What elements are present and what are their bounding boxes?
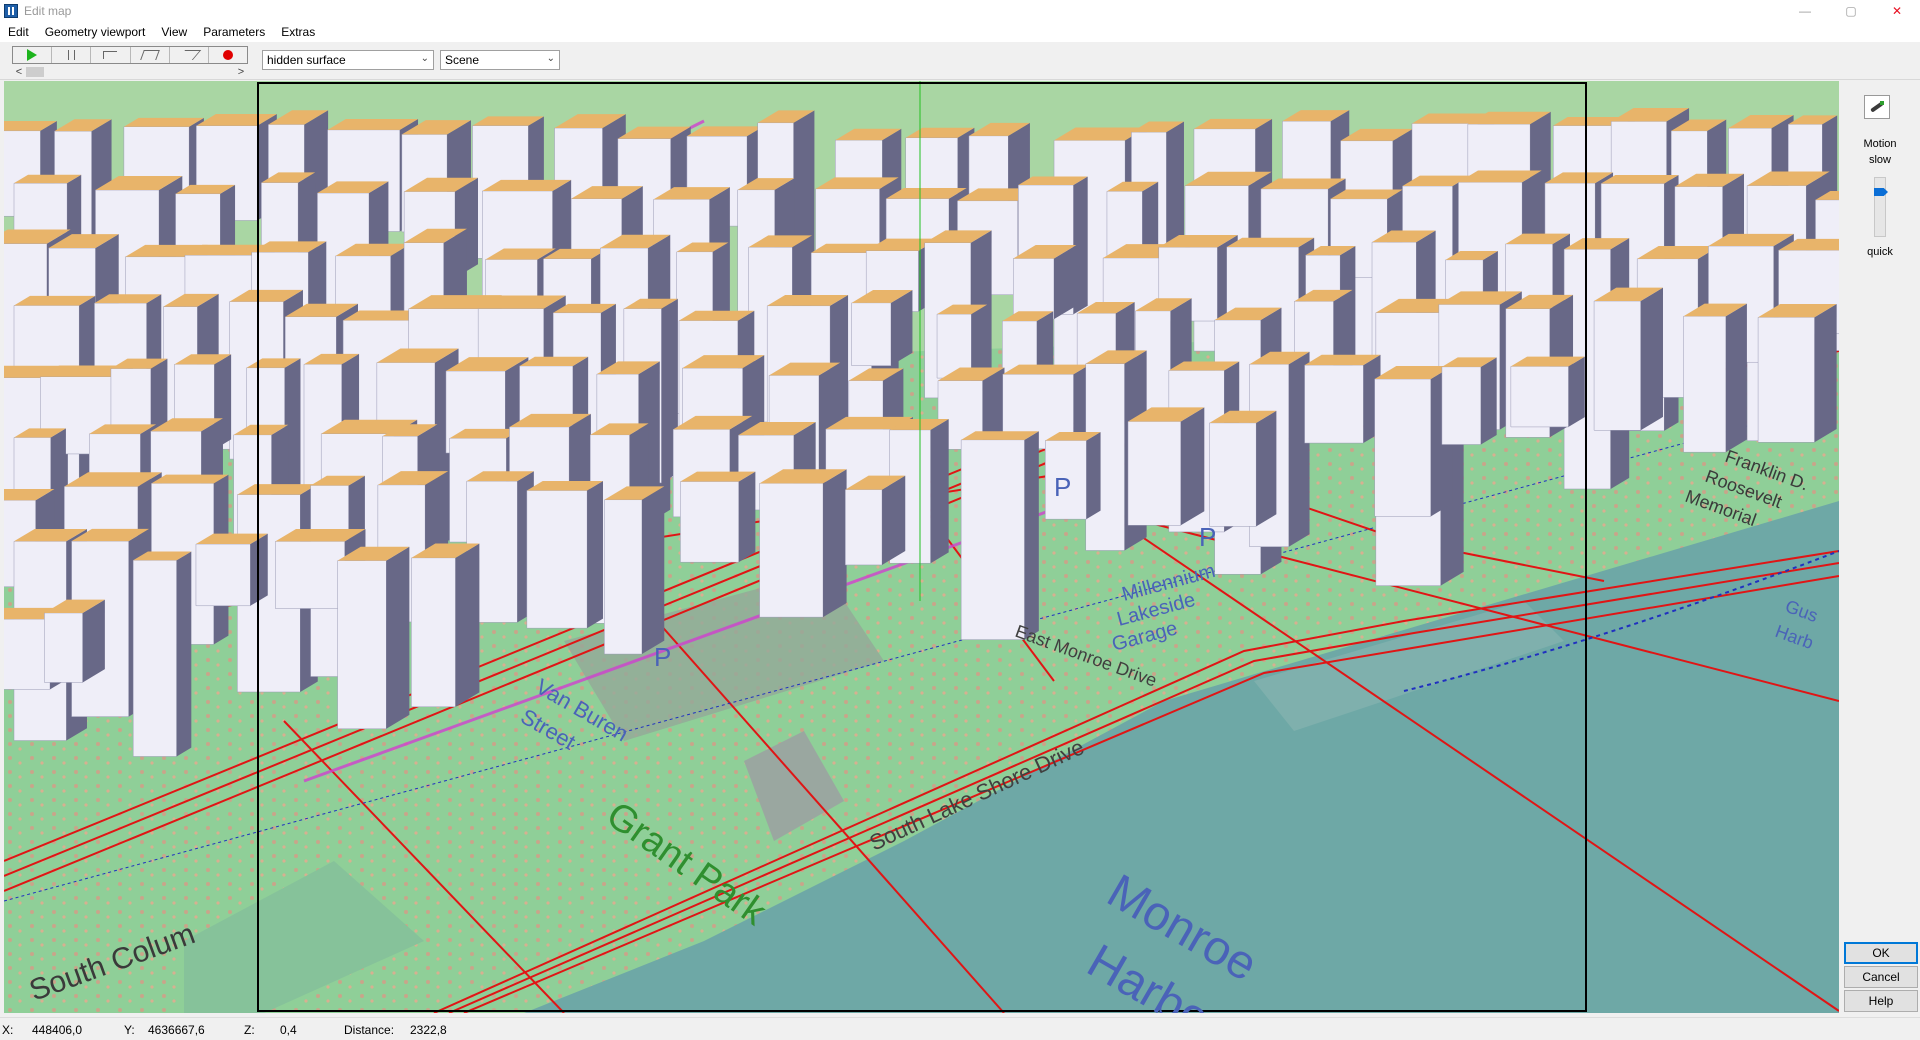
building: [195, 533, 268, 607]
paint-tool-button[interactable]: [1864, 95, 1890, 119]
render-mode-select[interactable]: hidden surface ⌄: [262, 50, 434, 70]
ramp-button[interactable]: [170, 47, 209, 63]
view-mode-select[interactable]: Scene ⌄: [440, 50, 560, 70]
scene-canvas: Grant Park Monroe Harbor Millennium Lake…: [4, 81, 1839, 1013]
view-mode-value: Scene: [445, 53, 480, 67]
playback-controls: [12, 46, 248, 64]
side-panel: Motion slow quick: [1840, 81, 1920, 1013]
rise-icon: [139, 50, 160, 60]
menu-edit[interactable]: Edit: [0, 25, 37, 39]
building: [132, 551, 192, 757]
toolbar: < > hidden surface ⌄ Scene ⌄: [0, 42, 1920, 80]
building: [1374, 366, 1453, 517]
building: [845, 475, 906, 566]
close-button[interactable]: ✕: [1874, 0, 1920, 22]
title-bar: Edit map — ▢ ✕: [0, 0, 1920, 22]
building: [1510, 356, 1585, 428]
scroll-right-arrow[interactable]: >: [234, 66, 248, 78]
x-value: 448406,0: [32, 1023, 83, 1037]
menu-extras[interactable]: Extras: [273, 25, 323, 39]
building: [411, 543, 480, 708]
ok-button[interactable]: OK: [1844, 942, 1918, 964]
chevron-down-icon: ⌄: [546, 53, 555, 64]
scroll-thumb[interactable]: [26, 67, 44, 77]
label-parking-1: P: [654, 642, 671, 672]
building: [759, 469, 847, 618]
building: [1593, 287, 1663, 431]
x-label: X:: [2, 1023, 14, 1037]
building: [1209, 410, 1277, 527]
building: [1304, 354, 1381, 444]
cancel-button[interactable]: Cancel: [1844, 966, 1918, 988]
play-icon: [27, 49, 38, 61]
timeline-scrollbar[interactable]: < >: [12, 66, 248, 78]
minimize-button[interactable]: —: [1782, 0, 1828, 22]
slow-label: slow: [1868, 154, 1891, 166]
window-controls: — ▢ ✕: [1782, 0, 1920, 22]
render-mode-value: hidden surface: [267, 53, 346, 67]
building: [604, 486, 665, 655]
motion-speed-slider[interactable]: [1874, 177, 1888, 237]
maximize-button[interactable]: ▢: [1828, 0, 1874, 22]
building: [44, 599, 105, 683]
menu-geometry-viewport[interactable]: Geometry viewport: [37, 25, 154, 39]
motion-label: Motion: [1863, 138, 1897, 150]
app-icon: [4, 4, 18, 18]
building: [936, 304, 988, 379]
pause-icon: [67, 50, 75, 60]
play-button[interactable]: [13, 47, 53, 63]
window-title: Edit map: [24, 4, 72, 18]
z-value: 0,4: [280, 1023, 297, 1037]
step-button[interactable]: [91, 47, 131, 63]
distance-label: Distance:: [344, 1023, 395, 1037]
record-icon: [222, 50, 233, 60]
y-label: Y:: [124, 1023, 135, 1037]
building: [1127, 407, 1205, 526]
z-label: Z:: [244, 1023, 255, 1037]
quick-label: quick: [1867, 246, 1893, 258]
building: [1683, 303, 1747, 453]
y-value: 4636667,6: [148, 1023, 205, 1037]
chevron-down-icon: ⌄: [420, 53, 429, 64]
rise-button[interactable]: [131, 47, 170, 63]
menu-bar: Edit Geometry viewport View Parameters E…: [0, 22, 1920, 42]
scroll-left-arrow[interactable]: <: [12, 66, 26, 78]
building: [960, 431, 1039, 640]
building: [337, 546, 410, 730]
building: [680, 471, 756, 563]
pause-button[interactable]: [52, 47, 92, 63]
status-bar: X: 448406,0 Y: 4636667,6 Z: 0,4 Distance…: [0, 1017, 1920, 1040]
record-button[interactable]: [209, 47, 247, 63]
ramp-icon: [176, 50, 201, 60]
building: [1441, 357, 1497, 445]
label-parking-2: P: [1054, 472, 1071, 502]
menu-parameters[interactable]: Parameters: [195, 25, 273, 39]
building: [1013, 245, 1077, 320]
building: [526, 481, 603, 629]
slider-thumb[interactable]: [1874, 188, 1888, 196]
geometry-viewport[interactable]: Grant Park Monroe Harbor Millennium Lake…: [4, 81, 1839, 1013]
building: [851, 290, 913, 366]
distance-value: 2322,8: [410, 1023, 447, 1037]
menu-view[interactable]: View: [153, 25, 195, 39]
brush-tip: [1880, 101, 1884, 105]
step-icon: [103, 51, 118, 59]
label-parking-3: P: [1199, 522, 1216, 552]
help-button[interactable]: Help: [1844, 990, 1918, 1012]
building: [1757, 304, 1837, 443]
